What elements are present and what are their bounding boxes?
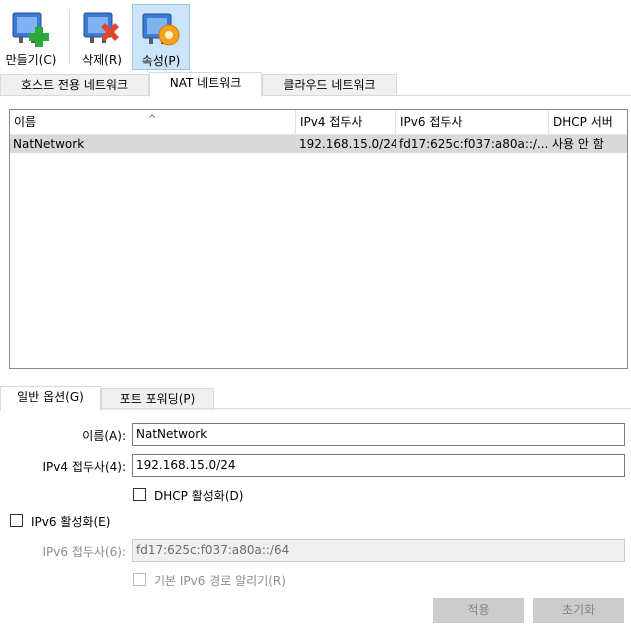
table-row[interactable]: NatNetwork 192.168.15.0/24 fd17:625c:f03… [10,135,627,153]
ipv4-prefix-label: IPv4 접두사(4): [42,460,127,474]
ipv6-enable-checkbox[interactable] [10,514,23,527]
tab-general-options[interactable]: 일반 옵션(G) [0,386,101,411]
tab-divider [0,95,631,96]
properties-label: 속성(P) [141,54,181,68]
column-ipv6[interactable]: IPv6 접두사 [396,110,549,135]
column-ipv4[interactable]: IPv4 접두사 [296,110,396,135]
dhcp-checkbox[interactable] [133,488,146,501]
toolbar: 만들기(C) 삭제(R) 속성(P) [0,0,631,72]
ipv6-prefix-label: IPv6 접두사(6): [42,545,127,559]
column-name-label: 이름 [14,115,37,129]
default-route-label: 기본 IPv6 경로 알리기(R) [154,574,286,588]
row-ipv6: fd17:625c:f037:a80a::/... [399,137,549,151]
detail-tabs: 일반 옵션(G) 포트 포워딩(P) [0,384,631,411]
column-name[interactable]: 이름 ^ [10,110,296,135]
tab-host-only[interactable]: 호스트 전용 네트워크 [0,74,149,96]
apply-button[interactable]: 적용 [433,598,524,623]
toolbar-separator [69,10,70,64]
default-route-checkbox[interactable] [133,573,146,586]
dhcp-label: DHCP 활성화(D) [154,489,244,503]
tab-nat-network[interactable]: NAT 네트워크 [149,72,262,97]
delete-button[interactable]: 삭제(R) [74,4,130,70]
ipv4-prefix-field[interactable]: 192.168.15.0/24 [132,454,625,477]
row-ipv4: 192.168.15.0/24 [299,137,396,151]
name-label: 이름(A): [82,429,126,443]
properties-button[interactable]: 속성(P) [132,4,190,70]
tab-cloud[interactable]: 클라우드 네트워크 [262,74,397,96]
create-label: 만들기(C) [5,53,57,67]
network-remove-icon [83,12,119,43]
list-header: 이름 ^ IPv4 접두사 IPv6 접두사 DHCP 서버 [10,110,627,135]
ipv6-prefix-field[interactable]: fd17:625c:f037:a80a::/64 [132,539,625,562]
ipv6-enable-label: IPv6 활성화(E) [31,515,111,529]
network-type-tabs: 호스트 전용 네트워크 NAT 네트워크 클라우드 네트워크 [0,72,631,97]
row-name: NatNetwork [13,137,85,151]
column-dhcp[interactable]: DHCP 서버 [549,110,627,135]
reset-button[interactable]: 초기화 [533,598,624,623]
delete-label: 삭제(R) [82,53,122,67]
network-list[interactable]: 이름 ^ IPv4 접두사 IPv6 접두사 DHCP 서버 NatNetwor… [9,109,628,369]
tab-port-forwarding[interactable]: 포트 포워딩(P) [101,388,214,410]
network-add-icon [12,12,49,47]
name-field[interactable]: NatNetwork [132,423,625,446]
row-dhcp: 사용 안 함 [552,137,604,151]
create-button[interactable]: 만들기(C) [0,4,62,70]
sort-up-icon: ^ [148,114,157,125]
network-settings-icon [142,13,180,46]
